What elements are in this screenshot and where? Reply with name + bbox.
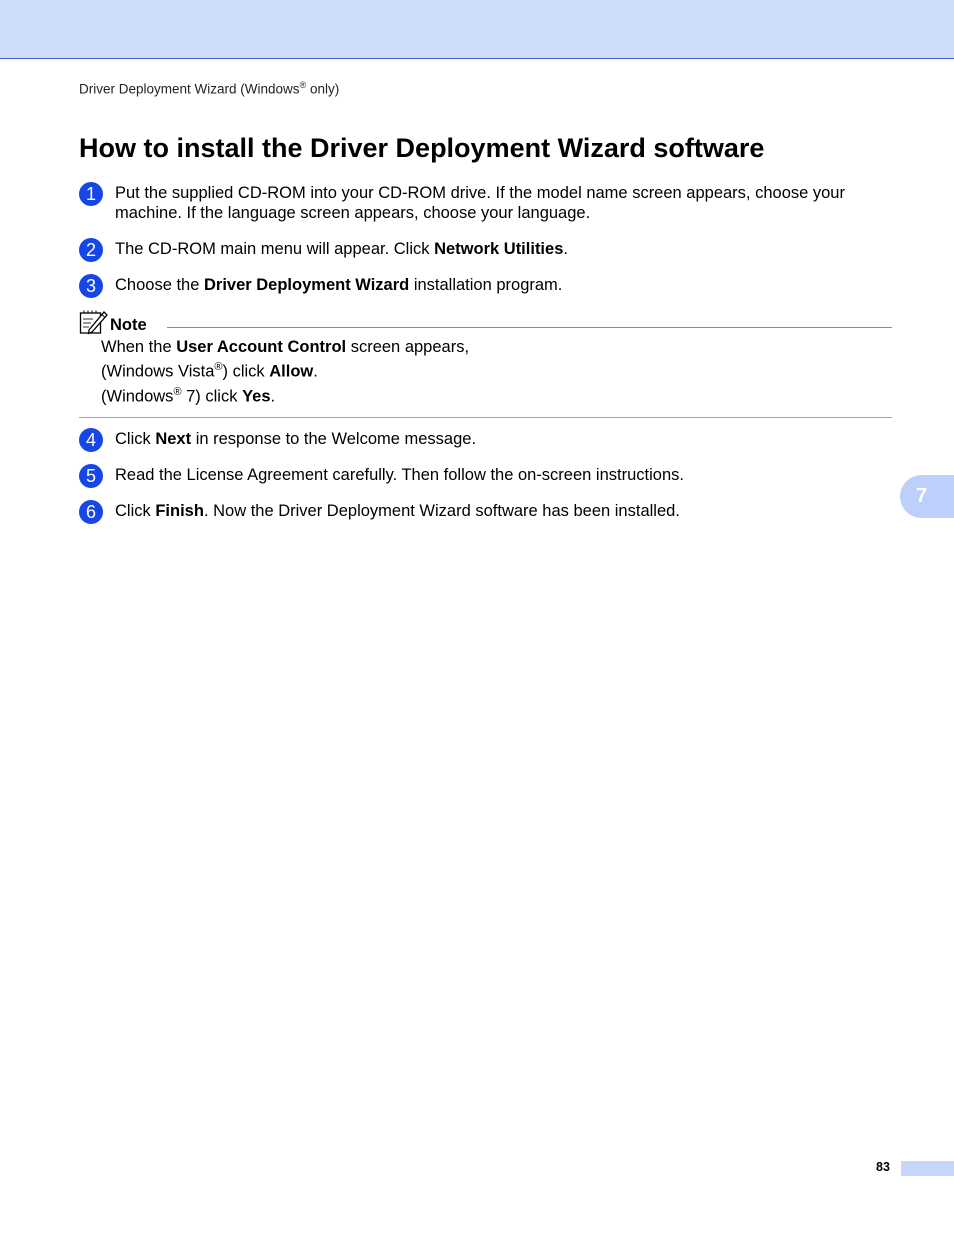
page-title: How to install the Driver Deployment Wiz… xyxy=(79,133,765,163)
driver-deployment-wizard-label: Driver Deployment Wizard xyxy=(203,276,410,294)
running-header: Driver Deployment Wizard (Windows® only) xyxy=(79,80,339,97)
page-number: 83 xyxy=(876,1160,890,1174)
step-5-text: Read the License Agreement carefully. Th… xyxy=(115,466,684,484)
step-number-2: 2 xyxy=(79,238,103,262)
step-4-text: Click Next in response to the Welcome me… xyxy=(115,430,477,448)
step-1-text: Put the supplied CD-ROM into your CD-ROM… xyxy=(115,184,845,222)
running-header-text: Driver Deployment Wizard (Windows xyxy=(79,81,300,97)
next-label: Next xyxy=(155,430,192,448)
step-3-text: Choose the Driver Deployment Wizard inst… xyxy=(115,276,563,294)
allow-label: Allow xyxy=(269,362,314,381)
step-4: 4 Click Next in response to the Welcome … xyxy=(79,428,894,452)
finish-label: Finish xyxy=(155,502,204,520)
registered-mark: ® xyxy=(214,361,223,373)
note-line-1: When the User Account Control screen app… xyxy=(101,338,470,356)
note-divider xyxy=(167,327,892,328)
step-number-3: 3 xyxy=(79,274,103,298)
chapter-tab[interactable]: 7 xyxy=(900,475,954,518)
user-account-control-label: User Account Control xyxy=(176,338,347,356)
step-3: 3 Choose the Driver Deployment Wizard in… xyxy=(79,274,894,298)
yes-label: Yes xyxy=(242,387,271,406)
note-header: Note xyxy=(79,309,892,335)
footer-bar xyxy=(901,1161,954,1176)
running-header-text-end: only) xyxy=(306,81,340,97)
registered-mark: ® xyxy=(173,386,182,398)
top-banner xyxy=(0,0,954,59)
step-6: 6 Click Finish. Now the Driver Deploymen… xyxy=(79,500,894,524)
note-end-divider xyxy=(79,417,892,418)
pencil-notepad-icon xyxy=(79,310,108,335)
note-line-2: (Windows Vista®) click Allow. xyxy=(101,361,318,381)
step-5: 5 Read the License Agreement carefully. … xyxy=(79,464,894,488)
step-number-6: 6 xyxy=(79,500,103,524)
note-label: Note xyxy=(110,316,147,334)
step-2: 2 The CD-ROM main menu will appear. Clic… xyxy=(79,238,894,262)
network-utilities-label: Network Utilities xyxy=(434,240,564,258)
step-1: 1 Put the supplied CD-ROM into your CD-R… xyxy=(79,182,894,226)
note-line-3: (Windows® 7) click Yes. xyxy=(101,386,276,406)
step-number-5: 5 xyxy=(79,464,103,488)
step-number-1: 1 xyxy=(79,182,103,206)
step-2-text: The CD-ROM main menu will appear. Click … xyxy=(115,240,568,258)
step-6-text: Click Finish. Now the Driver Deployment … xyxy=(115,502,680,520)
step-number-4: 4 xyxy=(79,428,103,452)
